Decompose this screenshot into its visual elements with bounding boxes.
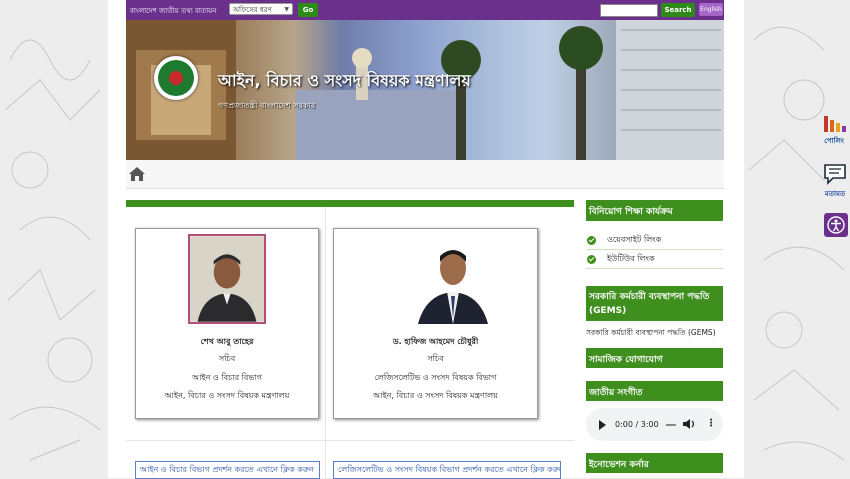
official-ministry-1: আইন, বিচার ও সংসদ বিষয়ক মন্ত্রণালয় bbox=[164, 391, 290, 400]
government-subtitle: গণপ্রজাতন্ত্রী বাংলাদেশ সরকার bbox=[218, 101, 316, 110]
top-bar: বাংলাদেশ জাতীয় তথ্য বাতায়ন অফিসের ধরণ … bbox=[126, 0, 724, 20]
accessibility-button[interactable] bbox=[824, 213, 848, 237]
official-ministry-2: আইন, বিচার ও সংসদ বিষয়ক মন্ত্রণালয় bbox=[373, 391, 498, 400]
official-name-2: ড. হাফিজ আহমেদ চৌধুরী bbox=[392, 337, 479, 346]
legislative-division-link[interactable]: লেজিসলেটিভ ও সংসদ বিষয়ক বিভাগ প্রদর্শন … bbox=[333, 461, 561, 479]
anthem-audio-player[interactable]: 0:00 / 3:00 ⋮ bbox=[586, 408, 723, 441]
feedback-widget[interactable]: মতামত bbox=[820, 163, 850, 200]
background-art-right bbox=[744, 0, 850, 478]
official-division-2: লেজিসলেটিভ ও সংসদ বিষয়ক বিভাগ bbox=[374, 373, 497, 382]
officials-section: শেখ আবু তাহের সচিব আইন ও বিচার বিভাগ আইন… bbox=[126, 200, 574, 479]
official-photo-2 bbox=[414, 234, 492, 324]
volume-icon[interactable] bbox=[682, 418, 696, 430]
official-designation-2: সচিব bbox=[427, 354, 444, 363]
official-photo-1 bbox=[188, 234, 266, 324]
website-link[interactable]: ওয়েবসাইট লিংক bbox=[586, 231, 723, 250]
column-divider bbox=[325, 207, 326, 478]
website-link-label: ওয়েবসাইট লিংক bbox=[607, 235, 662, 244]
poll-widget[interactable]: পোলিং bbox=[818, 112, 850, 147]
feedback-label: মতামত bbox=[824, 190, 846, 198]
poll-label: পোলিং bbox=[824, 137, 844, 145]
go-button[interactable]: Go bbox=[298, 3, 318, 17]
page-container: বাংলাদেশ জাতীয় তথ্য বাতায়ন অফিসের ধরণ … bbox=[108, 0, 744, 479]
official-name-1: শেখ আবু তাহের bbox=[200, 337, 254, 346]
portal-title-link[interactable]: বাংলাদেশ জাতীয় তথ্য বাতায়ন bbox=[130, 5, 217, 17]
background-art-left bbox=[0, 0, 108, 478]
section-divider bbox=[126, 200, 574, 207]
government-emblem bbox=[154, 56, 198, 100]
search-button[interactable]: Search bbox=[661, 3, 695, 17]
main-navigation bbox=[126, 160, 724, 189]
office-type-select[interactable]: অফিসের ধরণ ▼ bbox=[229, 3, 293, 15]
chevron-down-icon: ▼ bbox=[284, 6, 289, 13]
office-type-value: অফিসের ধরণ bbox=[233, 6, 272, 14]
official-designation-1: সচিব bbox=[218, 354, 236, 363]
gems-link[interactable]: সরকারি কর্মচারী ব্যবস্থাপনা পদ্ধতি (GEMS… bbox=[586, 328, 716, 340]
more-options-icon[interactable]: ⋮ bbox=[706, 418, 716, 429]
ministry-title: আইন, বিচার ও সংসদ বিষয়ক মন্ত্রণালয় bbox=[218, 71, 471, 90]
accessibility-icon bbox=[827, 216, 845, 234]
header-banner: আইন, বিচার ও সংসদ বিষয়ক মন্ত্রণালয় গণপ… bbox=[126, 20, 724, 160]
chat-icon bbox=[824, 164, 846, 185]
audio-progress-track[interactable] bbox=[666, 424, 676, 426]
national-anthem-header: জাতীয় সংগীত bbox=[586, 381, 723, 401]
checkmark-icon bbox=[587, 236, 596, 245]
row-divider bbox=[126, 440, 574, 441]
youtube-link-label: ইউটিউব লিংক bbox=[607, 254, 655, 263]
investment-education-header: বিনিয়োগ শিক্ষা কার্যক্রম bbox=[586, 200, 723, 221]
audio-time: 0:00 / 3:00 bbox=[615, 420, 659, 429]
official-card-2: ড. হাফিজ আহমেদ চৌধুরী সচিব লেজিসলেটিভ ও … bbox=[333, 228, 538, 419]
official-card-1: শেখ আবু তাহের সচিব আইন ও বিচার বিভাগ আইন… bbox=[135, 228, 319, 419]
language-button[interactable]: English bbox=[699, 3, 723, 16]
search-input[interactable] bbox=[600, 4, 658, 17]
home-icon[interactable] bbox=[128, 166, 146, 182]
play-icon[interactable] bbox=[599, 420, 606, 430]
official-division-1: আইন ও বিচার বিভাগ bbox=[192, 373, 262, 382]
innovation-corner-header: ইনোভেশন কর্নার bbox=[586, 453, 723, 473]
social-media-header: সামাজিক যোগাযোগ bbox=[586, 348, 723, 368]
law-division-link[interactable]: আইন ও বিচার বিভাগ প্রদর্শন করতে এখানে ক্… bbox=[135, 461, 320, 479]
youtube-link[interactable]: ইউটিউব লিংক bbox=[586, 250, 723, 269]
checkmark-icon bbox=[587, 255, 596, 264]
gems-header: সরকারি কর্মচারী ব্যবস্থাপনা পদ্ধতি (GEMS… bbox=[586, 286, 723, 321]
poll-icon bbox=[824, 116, 846, 132]
